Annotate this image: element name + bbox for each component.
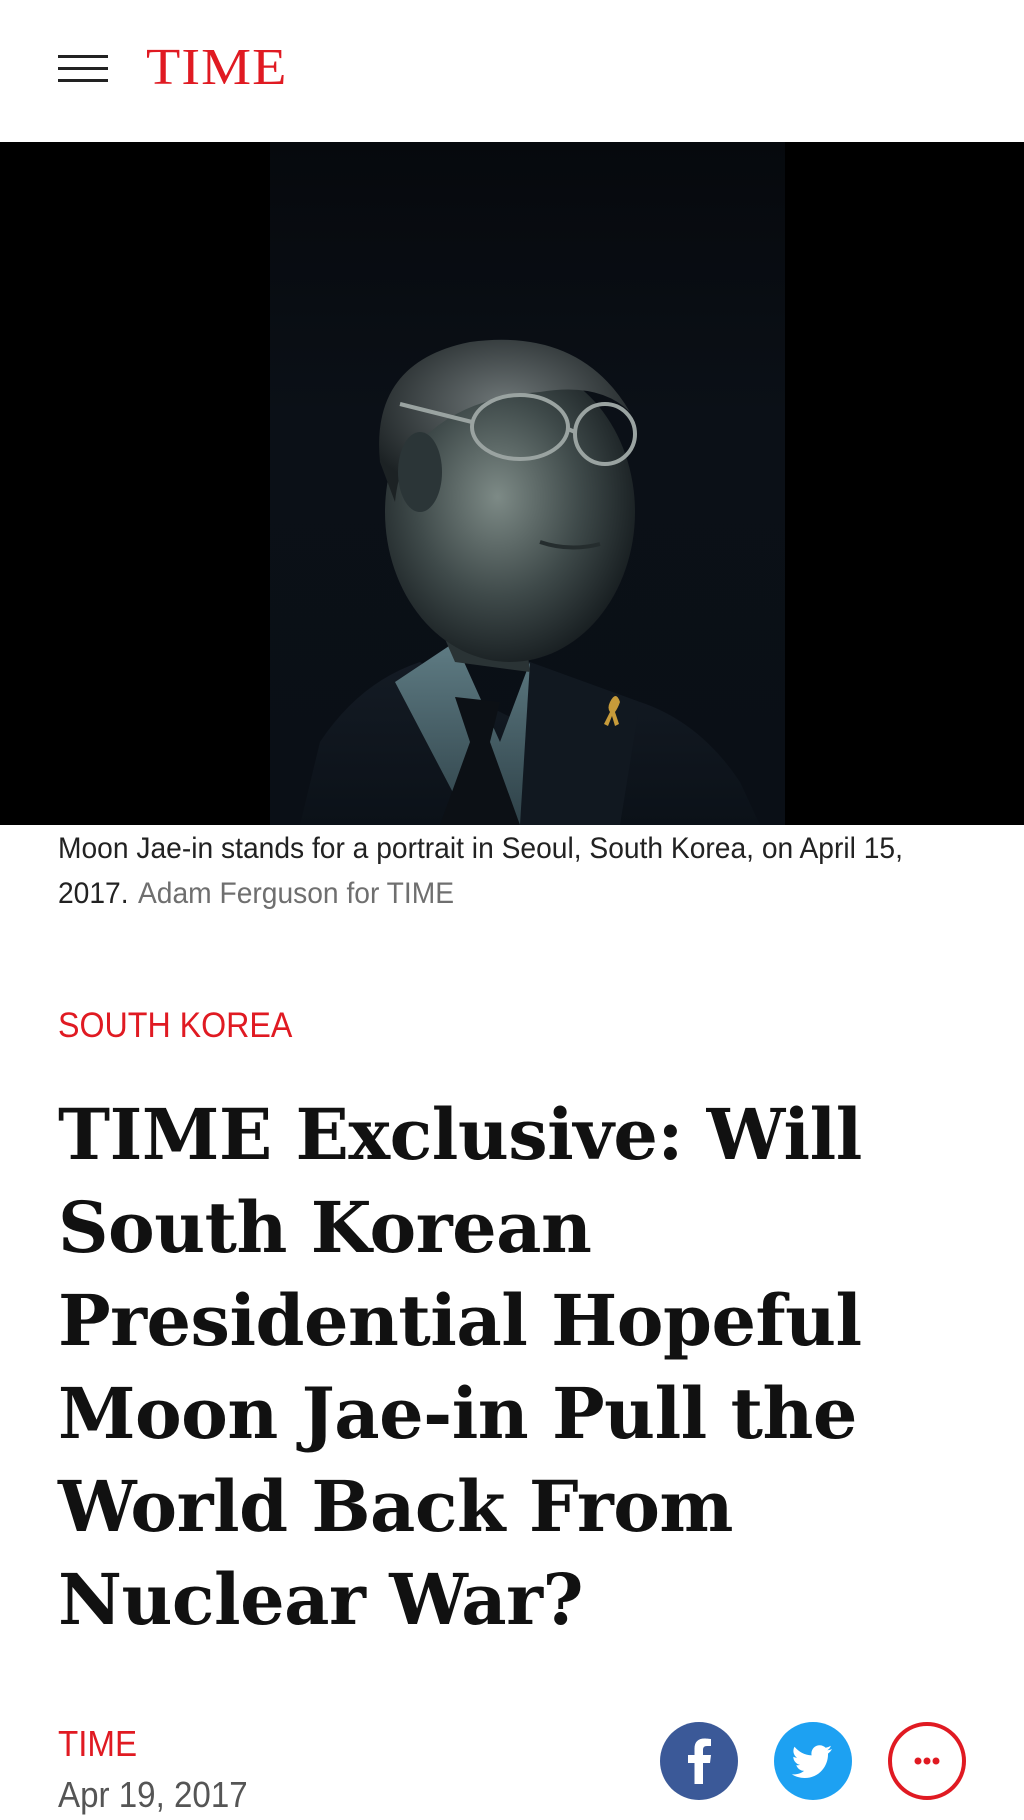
image-caption: Moon Jae-in stands for a portrait in Seo… xyxy=(58,826,975,916)
portrait-illustration xyxy=(300,339,760,825)
publish-date: Apr 19, 2017 xyxy=(58,1774,248,1815)
section-label[interactable]: SOUTH KOREA xyxy=(58,1004,292,1048)
twitter-icon xyxy=(791,1745,832,1778)
more-options-icon xyxy=(914,1757,940,1765)
article-headline: TIME Exclusive: Will South Korean Presid… xyxy=(58,1093,862,1641)
byline-author[interactable]: TIME xyxy=(58,1722,137,1766)
photo-credit: Adam Ferguson for TIME xyxy=(137,877,455,910)
menu-bar xyxy=(58,55,108,58)
hamburger-menu-icon[interactable] xyxy=(58,55,108,85)
menu-bar xyxy=(58,79,108,82)
hero-image xyxy=(0,142,1024,825)
twitter-share-button[interactable] xyxy=(774,1722,852,1800)
more-share-button[interactable] xyxy=(888,1722,966,1800)
site-header: TIME xyxy=(0,0,1024,142)
facebook-icon xyxy=(688,1738,711,1784)
menu-bar xyxy=(58,67,108,70)
facebook-share-button[interactable] xyxy=(660,1722,738,1800)
time-logo[interactable]: TIME xyxy=(146,40,288,96)
